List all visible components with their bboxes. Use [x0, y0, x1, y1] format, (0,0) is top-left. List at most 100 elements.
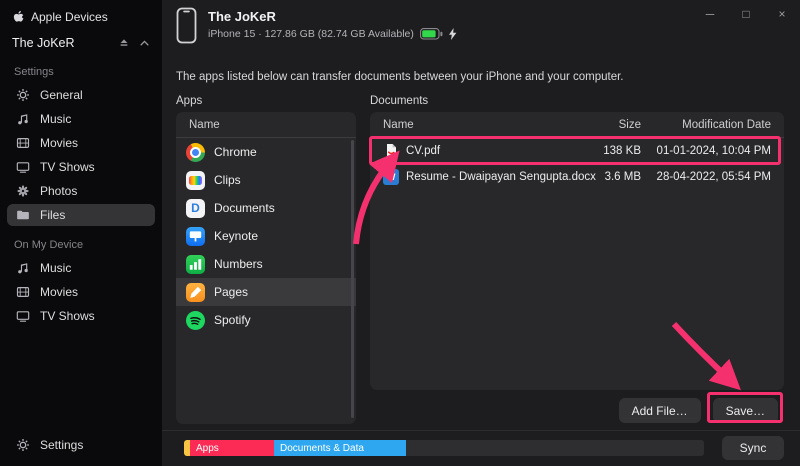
sidebar-item-label: TV Shows — [40, 160, 95, 174]
photos-pinwheel-icon — [15, 184, 31, 198]
sidebar-footer-label: Settings — [40, 438, 83, 452]
sidebar-item-label: TV Shows — [40, 309, 95, 323]
word-glyph: W — [387, 172, 396, 183]
sidebar-item-tv-shows[interactable]: TV Shows — [7, 156, 155, 178]
gear-icon — [15, 88, 31, 102]
main-content: ─ □ × The JoKeR iPhone 15 · 127.86 GB (8… — [162, 0, 800, 466]
sidebar-item-movies[interactable]: Movies — [7, 132, 155, 154]
doc-row-cv-pdf[interactable]: CV.pdf 138 KB 01-01-2024, 10:04 PM — [370, 138, 784, 164]
chevron-up-icon[interactable] — [139, 38, 150, 49]
sidebar-item-label: Photos — [40, 184, 77, 198]
sidebar-item-device-tv-shows[interactable]: TV Shows — [7, 305, 155, 327]
documents-name-header: Name — [383, 119, 573, 131]
documents-table-header: Name Size Modification Date — [370, 112, 784, 138]
film-icon — [15, 136, 31, 150]
doc-row-resume-docx[interactable]: W Resume - Dwaipayan Sengupta.docx 3.6 M… — [370, 164, 784, 190]
app-name: Pages — [214, 285, 248, 299]
app-row-numbers[interactable]: Numbers — [176, 250, 356, 278]
window-controls: ─ □ × — [692, 0, 800, 28]
minimize-button[interactable]: ─ — [692, 0, 728, 28]
spotify-app-icon — [186, 311, 205, 330]
sidebar-item-files[interactable]: Files — [7, 204, 155, 226]
folder-icon — [15, 208, 31, 222]
add-file-button[interactable]: Add File… — [619, 398, 701, 423]
tv-icon — [15, 309, 31, 323]
tv-icon — [15, 160, 31, 174]
documents-glyph: D — [191, 201, 200, 215]
device-name: The JoKeR — [12, 36, 109, 50]
doc-size: 138 KB — [585, 145, 641, 157]
storage-apps-label: Apps — [196, 443, 219, 454]
sidebar: Apple Devices The JoKeR Settings General… — [0, 0, 162, 466]
gear-icon — [15, 438, 31, 452]
maximize-icon: □ — [742, 7, 749, 21]
app-row-pages[interactable]: Pages — [176, 278, 356, 306]
documents-panel-title: Documents — [370, 95, 428, 107]
maximize-button[interactable]: □ — [728, 0, 764, 28]
storage-usage-bar: Apps Documents & Data — [184, 440, 704, 456]
sidebar-item-label: Movies — [40, 136, 78, 150]
app-name: Chrome — [214, 145, 257, 159]
app-name: Keynote — [214, 229, 258, 243]
apps-panel: Name Chrome Clips D Documents Keynote Nu… — [176, 112, 356, 424]
apps-table-header: Name — [176, 112, 356, 138]
doc-date: 28-04-2022, 05:54 PM — [653, 171, 771, 183]
storage-documents-label: Documents & Data — [280, 443, 364, 454]
save-button[interactable]: Save… — [713, 398, 778, 423]
sidebar-item-device-movies[interactable]: Movies — [7, 281, 155, 303]
transfer-description: The apps listed below can transfer docum… — [176, 71, 623, 83]
apps-panel-title: Apps — [176, 95, 202, 107]
apple-logo-icon — [12, 10, 24, 24]
sidebar-item-label: General — [40, 88, 83, 102]
close-button[interactable]: × — [764, 0, 800, 28]
device-header: The JoKeR iPhone 15 · 127.86 GB (82.74 G… — [176, 7, 457, 44]
documents-date-header: Modification Date — [653, 119, 771, 131]
app-name: Numbers — [214, 257, 263, 271]
app-row-chrome[interactable]: Chrome — [176, 138, 356, 166]
documents-size-header: Size — [585, 119, 641, 131]
sidebar-device-row[interactable]: The JoKeR — [0, 26, 162, 54]
chrome-center-dot — [192, 149, 199, 156]
sidebar-item-photos[interactable]: Photos — [7, 180, 155, 202]
storage-segment-apps: Apps — [190, 440, 274, 456]
battery-icon — [420, 28, 443, 40]
sidebar-item-label: Movies — [40, 285, 78, 299]
doc-size: 3.6 MB — [585, 171, 641, 183]
apps-scrollbar[interactable] — [351, 140, 354, 418]
documents-app-icon: D — [186, 199, 205, 218]
device-title: The JoKeR — [208, 9, 457, 24]
sync-button[interactable]: Sync — [722, 436, 784, 460]
sidebar-item-label: Music — [40, 261, 71, 275]
sidebar-item-device-music[interactable]: Music — [7, 257, 155, 279]
sidebar-item-music[interactable]: Music — [7, 108, 155, 130]
doc-name: Resume - Dwaipayan Sengupta.docx — [406, 171, 596, 183]
sidebar-item-label: Music — [40, 112, 71, 126]
minimize-icon: ─ — [706, 7, 715, 21]
app-row-keynote[interactable]: Keynote — [176, 222, 356, 250]
documents-actions: Add File… Save… — [370, 398, 784, 423]
sidebar-section-on-my-device: On My Device — [0, 227, 162, 256]
app-title: Apple Devices — [31, 10, 108, 24]
app-titlebar: Apple Devices — [0, 0, 162, 26]
app-name: Spotify — [214, 313, 251, 327]
app-row-spotify[interactable]: Spotify — [176, 306, 356, 334]
sidebar-section-settings: Settings — [0, 54, 162, 83]
iphone-icon — [176, 7, 197, 44]
apps-name-header: Name — [189, 119, 220, 131]
sidebar-settings-button[interactable]: Settings — [0, 426, 162, 466]
music-note-icon — [15, 261, 31, 275]
eject-icon[interactable] — [118, 37, 130, 49]
clips-app-icon — [186, 171, 205, 190]
sidebar-item-general[interactable]: General — [7, 84, 155, 106]
app-row-clips[interactable]: Clips — [176, 166, 356, 194]
app-name: Documents — [214, 201, 275, 215]
keynote-app-icon — [186, 227, 205, 246]
pdf-file-icon — [383, 143, 399, 159]
word-file-icon: W — [383, 169, 399, 185]
chrome-app-icon — [186, 143, 205, 162]
doc-date: 01-01-2024, 10:04 PM — [653, 145, 771, 157]
app-row-documents[interactable]: D Documents — [176, 194, 356, 222]
storage-segment-free — [406, 440, 704, 456]
doc-name: CV.pdf — [406, 145, 440, 157]
music-note-icon — [15, 112, 31, 126]
